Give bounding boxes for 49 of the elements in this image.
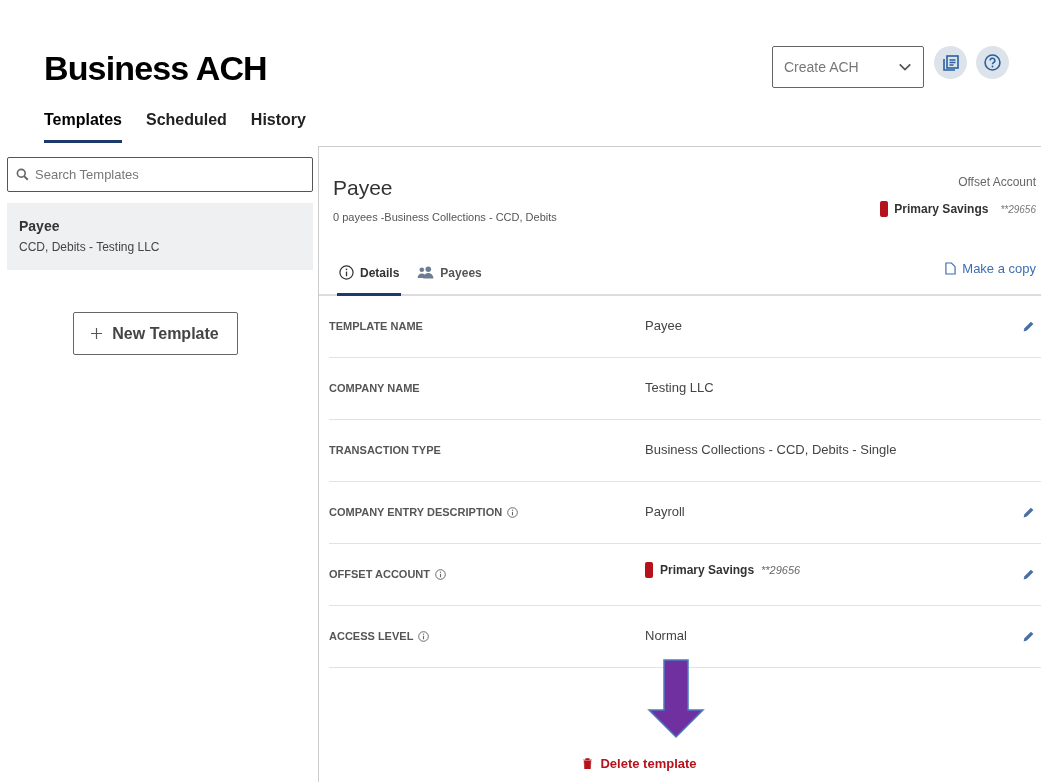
- plus-icon: [91, 328, 103, 339]
- template-summary: 0 payees -Business Collections - CCD, Debits: [333, 209, 558, 225]
- account-number: **29656: [761, 562, 801, 578]
- info-icon: [339, 265, 354, 280]
- document-icon: [945, 262, 957, 276]
- edit-icon[interactable]: [1021, 629, 1035, 643]
- field-value: Payee: [645, 317, 682, 336]
- field-label: TEMPLATE NAME: [329, 318, 423, 334]
- report-button[interactable]: [934, 46, 967, 79]
- help-button[interactable]: [976, 46, 1009, 79]
- field-value: Testing LLC: [645, 379, 714, 398]
- template-item[interactable]: Payee CCD, Debits - Testing LLC: [7, 203, 313, 270]
- field-value: Normal: [645, 627, 687, 646]
- delete-template-button[interactable]: Delete template: [583, 753, 697, 773]
- people-icon: [417, 266, 435, 279]
- template-subtitle: CCD, Debits - Testing LLC: [19, 239, 161, 256]
- tab[interactable]: History: [250, 108, 306, 143]
- help-icon: [984, 54, 1001, 71]
- info-icon: [418, 630, 430, 642]
- document-icon: [942, 54, 959, 71]
- tab[interactable]: Payees: [415, 263, 484, 296]
- field-label: COMPANY ENTRY DESCRIPTION: [329, 504, 503, 520]
- edit-icon[interactable]: [1021, 319, 1035, 333]
- template-title: Payee: [333, 175, 394, 201]
- offset-label: Offset Account: [958, 174, 1036, 191]
- new-template-button[interactable]: New Template: [72, 312, 238, 355]
- field-value: Business Collections - CCD, Debits - Single: [645, 441, 897, 460]
- edit-icon[interactable]: [1021, 505, 1035, 519]
- field-value: Payroll: [645, 503, 685, 522]
- create-ach-dropdown[interactable]: Create ACH: [772, 46, 924, 88]
- search-field[interactable]: Search Templates: [7, 157, 313, 192]
- tab[interactable]: Scheduled: [145, 108, 227, 143]
- search-icon: [16, 168, 29, 181]
- edit-icon[interactable]: [1021, 567, 1035, 581]
- field-label: COMPANY NAME: [329, 380, 420, 396]
- account-name: Primary Savings: [894, 201, 989, 218]
- make-copy-link[interactable]: Make a copy: [945, 259, 1036, 294]
- info-icon: [435, 568, 447, 580]
- account-number: **29656: [1000, 202, 1036, 217]
- trash-icon: [583, 757, 593, 769]
- template-name: Payee: [19, 217, 61, 236]
- tab[interactable]: Details: [337, 263, 402, 296]
- page-title: Business ACH: [44, 51, 267, 85]
- field-label: OFFSET ACCOUNT: [329, 566, 431, 582]
- tab[interactable]: Templates: [44, 108, 122, 143]
- field-label: ACCESS LEVEL: [329, 628, 414, 644]
- info-icon: [507, 506, 519, 518]
- field-label: TRANSACTION TYPE: [329, 442, 441, 458]
- account-name: Primary Savings: [660, 562, 755, 579]
